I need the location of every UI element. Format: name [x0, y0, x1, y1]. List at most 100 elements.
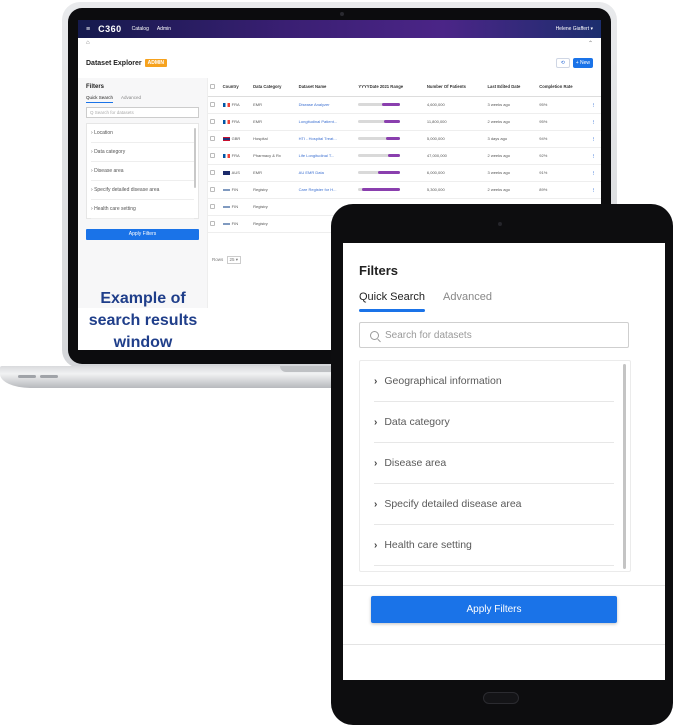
facet-label: Disease area — [384, 457, 447, 469]
table-row[interactable]: AUS EMR AU EMR Data 6,000,000 3 weeks ag… — [208, 164, 601, 182]
row-checkbox[interactable] — [210, 152, 215, 158]
facet-label: Geographical information — [384, 375, 502, 387]
app-logo[interactable]: C360 — [98, 24, 122, 34]
facet-health-care[interactable]: › Health care setting — [91, 200, 194, 219]
cell-dataset-name[interactable]: Longitudinal Patient... — [296, 113, 357, 131]
filters-title: Filters — [359, 263, 399, 278]
cell-patients: 5,300,000 — [424, 181, 486, 199]
home-icon[interactable]: ⌂ — [86, 40, 90, 46]
select-all-checkbox[interactable] — [208, 78, 221, 97]
more-vert-icon[interactable]: ⋮ — [589, 181, 601, 199]
flag-icon — [222, 170, 230, 175]
row-checkbox[interactable] — [210, 118, 215, 124]
col-date-range[interactable]: YYYYDate 2021 Range — [356, 78, 425, 97]
laptop-port — [18, 375, 36, 378]
col-last-edited[interactable]: Last Edited Date — [485, 78, 538, 97]
row-checkbox[interactable] — [210, 135, 215, 141]
row-checkbox[interactable] — [210, 169, 215, 175]
cell-category: EMR — [251, 113, 297, 131]
chevron-right-icon: › — [374, 539, 378, 551]
row-checkbox[interactable] — [210, 203, 215, 209]
more-vert-icon[interactable]: ⋮ — [589, 164, 601, 182]
nav-admin[interactable]: Admin — [157, 26, 171, 32]
search-input[interactable]: Q Search for datasets — [86, 107, 199, 118]
cell-dataset-name[interactable]: Disease Analyzer — [296, 96, 357, 114]
date-range-bar — [358, 137, 401, 141]
rows-select[interactable]: 25 ▾ — [226, 256, 242, 264]
tab-quick-search[interactable]: Quick Search — [359, 291, 425, 303]
cell-rate: 95% — [537, 113, 590, 131]
user-menu[interactable]: Helene Giaffert ▾ — [556, 26, 593, 32]
cell-dataset-name[interactable]: Care Register for H... — [296, 181, 357, 199]
refresh-icon[interactable]: ⟲ — [555, 58, 570, 68]
col-patients[interactable]: Number Of Patients — [424, 78, 486, 97]
table-row[interactable]: FIN Registry Care Register for H... 5,30… — [208, 181, 601, 199]
filters-panel: Filters Quick Search Advanced Q Search f… — [78, 78, 208, 308]
search-input[interactable]: Search for datasets — [359, 322, 629, 348]
date-range-bar — [358, 154, 401, 158]
facet-location[interactable]: › Location — [91, 124, 194, 143]
home-button[interactable] — [483, 692, 519, 704]
cell-edited: 2 weeks ago — [485, 147, 538, 165]
caption: Example of search results window — [88, 290, 198, 350]
date-range-bar — [358, 171, 401, 175]
facet-detailed-disease[interactable]: › Specify detailed disease area — [374, 484, 614, 525]
table-row[interactable]: GBR Hospital HTI - Hospital Treat... 5,0… — [208, 130, 601, 148]
facet-disease-area[interactable]: › Disease area — [374, 443, 614, 484]
breadcrumb: ⌂ ⌃ — [78, 38, 601, 48]
facet-detailed-disease[interactable]: › Specify detailed disease area — [91, 181, 194, 200]
date-range-bar — [358, 103, 401, 107]
search-placeholder: Search for datasets — [385, 329, 472, 341]
chevron-right-icon: › — [374, 416, 378, 428]
cell-rate: 92% — [537, 147, 590, 165]
cell-category: Registry — [251, 181, 297, 199]
menu-icon[interactable]: ≡ — [86, 26, 90, 33]
cell-edited: 3 weeks ago — [485, 164, 538, 182]
facet-geographical[interactable]: › Geographical information — [374, 361, 614, 402]
cell-country: FIN — [231, 204, 239, 209]
nav-catalog[interactable]: Catalog — [132, 26, 149, 32]
facet-label: Location — [94, 130, 113, 136]
cell-rate: 95% — [537, 96, 590, 114]
row-checkbox[interactable] — [210, 101, 215, 107]
col-data-category[interactable]: Data Category — [251, 78, 297, 97]
facet-health-care[interactable]: › Health care setting — [374, 525, 614, 566]
collapse-icon[interactable]: ⌃ — [588, 40, 593, 47]
more-vert-icon[interactable]: ⋮ — [589, 113, 601, 131]
scrollbar[interactable] — [194, 128, 196, 188]
table-row[interactable]: FRA Pharmacy & Rx Life Longitudinal T...… — [208, 147, 601, 165]
table-row[interactable]: FRA EMR Disease Analyzer 4,600,000 3 wee… — [208, 96, 601, 114]
facet-data-category[interactable]: › Data category — [374, 402, 614, 443]
tab-quick-search[interactable]: Quick Search — [86, 95, 114, 103]
cell-dataset-name[interactable]: HTI - Hospital Treat... — [296, 130, 357, 148]
col-completion[interactable]: Completion Rate — [537, 78, 590, 97]
more-vert-icon[interactable]: ⋮ — [589, 147, 601, 165]
col-country[interactable]: Country — [220, 78, 252, 97]
laptop-port — [40, 375, 58, 378]
tab-advanced[interactable]: Advanced — [443, 291, 492, 303]
new-button[interactable]: + New — [572, 58, 593, 68]
facet-label: Specify detailed disease area — [94, 187, 160, 193]
row-checkbox[interactable] — [210, 186, 215, 192]
cell-rate: 94% — [537, 130, 590, 148]
cell-category: Hospital — [251, 130, 297, 148]
tab-advanced[interactable]: Advanced — [121, 95, 141, 103]
facet-label: Specify detailed disease area — [384, 498, 522, 510]
facet-data-category[interactable]: › Data category — [91, 143, 194, 162]
more-vert-icon[interactable]: ⋮ — [589, 96, 601, 114]
cell-dataset-name[interactable]: Life Longitudinal T... — [296, 147, 357, 165]
cell-dataset-name[interactable]: AU EMR Data — [296, 164, 357, 182]
facet-disease-area[interactable]: › Disease area — [91, 162, 194, 181]
row-checkbox[interactable] — [210, 220, 215, 226]
cell-patients: 5,000,000 — [424, 130, 486, 148]
apply-filters-button[interactable]: Apply Filters — [86, 229, 199, 240]
apply-filters-button[interactable]: Apply Filters — [371, 596, 617, 623]
more-vert-icon[interactable]: ⋮ — [589, 130, 601, 148]
col-dataset-name[interactable]: Dataset Name — [296, 78, 357, 97]
page-title: Dataset Explorer — [86, 59, 142, 67]
scrollbar[interactable] — [623, 364, 626, 569]
flag-icon — [222, 136, 230, 141]
cell-edited: 2 weeks ago — [485, 113, 538, 131]
table-row[interactable]: FRA EMR Longitudinal Patient... 11,800,0… — [208, 113, 601, 131]
facet-label: Health care setting — [384, 539, 472, 551]
